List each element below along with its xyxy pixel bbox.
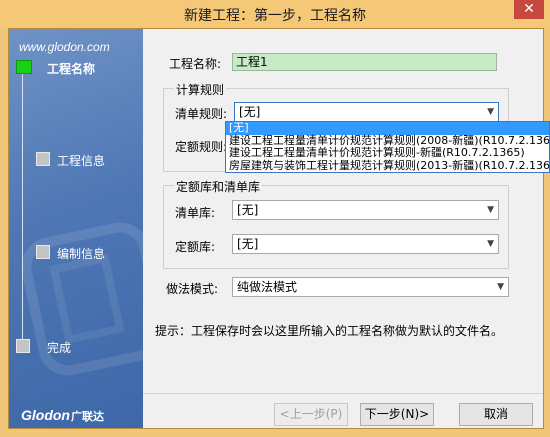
chevron-down-icon[interactable]: ▼ — [497, 278, 504, 296]
step-project-name: 工程名称 — [47, 62, 96, 76]
step-indicator — [36, 245, 50, 259]
bill-rule-label: 清单规则: — [175, 107, 228, 121]
dropdown-option[interactable]: 房屋建筑与装饰工程计量规范计算规则(2013-新疆)(R10.7.2.1365) — [226, 159, 549, 173]
chevron-down-icon[interactable]: ▼ — [487, 235, 494, 253]
project-name-label: 工程名称: — [169, 57, 222, 71]
bill-lib-value: [无] — [237, 203, 259, 217]
logo-cn: 广联达 — [71, 411, 104, 423]
divider — [143, 393, 543, 394]
bill-lib-label: 清单库: — [175, 206, 216, 220]
hint-text: 提示：工程保存时会以这里所输入的工程名称做为默认的文件名。 — [155, 324, 504, 338]
chevron-down-icon[interactable]: ▼ — [487, 103, 494, 121]
method-select[interactable]: 纯做法模式 ▼ — [232, 277, 509, 297]
project-name-input[interactable]: 工程1 — [232, 53, 497, 71]
close-button[interactable]: ✕ — [514, 0, 544, 19]
step-indicator — [36, 152, 50, 166]
quota-lib-select[interactable]: [无] ▼ — [232, 234, 499, 254]
dialog-body: www.glodon.com 工程名称 工程信息 编制信息 完成 Glodon广… — [8, 28, 544, 429]
bill-lib-select[interactable]: [无] ▼ — [232, 200, 499, 220]
step-indicator-active — [16, 60, 32, 74]
next-button[interactable]: 下一步(N)> — [360, 403, 434, 426]
cancel-button[interactable]: 取消 — [459, 403, 533, 426]
method-label: 做法模式: — [166, 282, 219, 296]
quota-lib-value: [无] — [237, 237, 259, 251]
step-compile-info: 编制信息 — [57, 247, 106, 261]
step-connector — [22, 67, 23, 349]
step-project-info: 工程信息 — [57, 154, 106, 168]
step-indicator — [16, 339, 30, 353]
library-group — [163, 185, 509, 269]
glodon-logo: Glodon广联达 — [21, 407, 104, 424]
wizard-sidebar: www.glodon.com 工程名称 工程信息 编制信息 完成 Glodon广… — [9, 29, 143, 428]
method-value: 纯做法模式 — [237, 280, 298, 294]
bill-rule-value: [无] — [239, 105, 261, 119]
library-group-title: 定额库和清单库 — [174, 178, 263, 195]
wizard-content: 工程名称: 工程1 计算规则 清单规则: [无] ▼ 定额规则: 定额库和清单库… — [143, 29, 543, 428]
quota-rule-label: 定额规则: — [175, 140, 228, 154]
bill-rule-select[interactable]: [无] ▼ — [234, 102, 499, 122]
window-title: 新建工程：第一步，工程名称 — [184, 8, 366, 24]
dropdown-option[interactable]: 建设工程工程量清单计价规范计算规则-新疆(R10.7.2.1365) — [226, 146, 549, 160]
dropdown-option[interactable]: [无] — [226, 122, 549, 135]
quota-lib-label: 定额库: — [175, 240, 216, 254]
title-bar: 新建工程：第一步，工程名称 ✕ — [0, 0, 550, 28]
logo-text: Glodon — [21, 407, 70, 423]
chevron-down-icon[interactable]: ▼ — [487, 201, 494, 219]
calc-rules-title: 计算规则 — [174, 81, 227, 98]
website-text: www.glodon.com — [19, 40, 110, 54]
rule-dropdown-list[interactable]: [无] 建设工程工程量清单计价规范计算规则(2008-新疆)(R10.7.2.1… — [225, 121, 550, 173]
step-finish: 完成 — [47, 341, 72, 355]
prev-button[interactable]: <上一步(P) — [274, 403, 348, 426]
